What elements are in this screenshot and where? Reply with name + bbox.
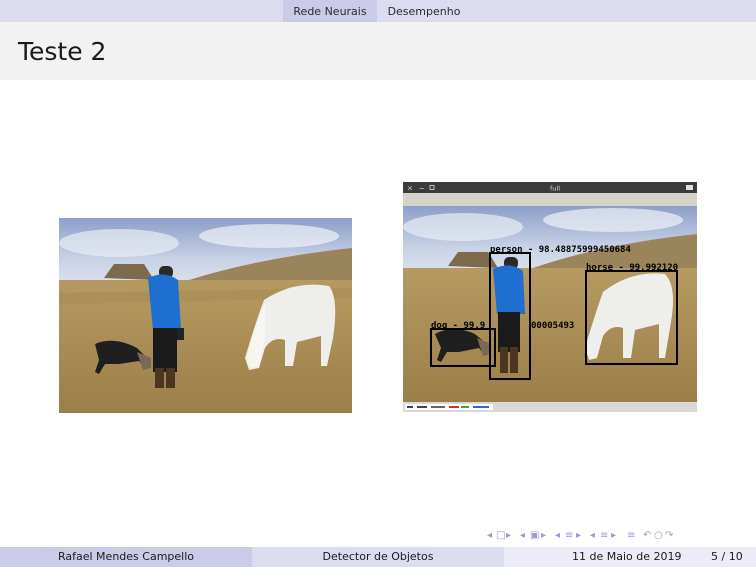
nav-next-frame-icon[interactable]: ▸ <box>506 530 511 541</box>
nav-back-icon[interactable]: ↶ <box>643 530 651 541</box>
nav-next-section-icon[interactable]: ▸ <box>576 530 581 541</box>
person-detection-label: person - 98.48875999450684 <box>490 245 631 255</box>
window-minimize-icon[interactable]: − <box>419 185 425 193</box>
nav-prev-part-icon[interactable]: ◂ <box>590 530 595 541</box>
dog-detection-label: dog - 99.9 <box>431 321 485 331</box>
nav-search-icon[interactable]: ○ <box>654 530 663 541</box>
footer-date-page: 11 de Maio de 2019 5 / 10 <box>504 547 756 567</box>
section-navigation: Rede Neurais Desempenho <box>0 0 756 22</box>
nav-part-icon[interactable]: ≡ <box>600 530 608 541</box>
detection-result-image: × − full person - 98.48875999450684 hors… <box>403 182 697 412</box>
original-photo-image <box>59 218 352 413</box>
nav-appendix-icon[interactable]: ≡ <box>627 530 635 541</box>
footer-date: 11 de Maio de 2019 <box>572 550 682 563</box>
frame-title-band: Teste 2 <box>0 22 756 80</box>
window-title: full <box>550 185 560 193</box>
detection-result-window: × − full person - 98.48875999450684 hors… <box>403 182 697 412</box>
nav-section-icon[interactable]: ≡ <box>565 530 573 541</box>
nav-next-subsection-icon[interactable]: ▸ <box>541 530 546 541</box>
nav-prev-subsection-icon[interactable]: ◂ <box>520 530 525 541</box>
footer-page-number: 5 / 10 <box>711 550 743 563</box>
slide-title: Teste 2 <box>18 37 107 66</box>
test-photo-original <box>59 218 352 413</box>
footer-author: Rafael Mendes Campello <box>0 547 252 567</box>
nav-subsection-icon[interactable]: ▣ <box>530 530 539 541</box>
horse-detection-label: horse - 99.992120 <box>586 263 678 273</box>
nav-prev-section-icon[interactable]: ◂ <box>555 530 560 541</box>
nav-section-desempenho[interactable]: Desempenho <box>382 0 466 22</box>
nav-next-part-icon[interactable]: ▸ <box>611 530 616 541</box>
window-menu-icon[interactable] <box>686 185 693 190</box>
footer-short-title: Detector de Objetos <box>252 547 504 567</box>
nav-frame-icon[interactable]: □ <box>496 530 505 541</box>
nav-section-rede-neurais[interactable]: Rede Neurais <box>283 0 377 22</box>
nav-forward-icon[interactable]: ↷ <box>665 530 673 541</box>
dog-detection-label-tail: 00005493 <box>531 321 574 331</box>
window-close-icon[interactable]: × <box>407 185 413 193</box>
window-toolbar <box>403 193 697 206</box>
nav-prev-frame-icon[interactable]: ◂ <box>487 530 492 541</box>
beamer-navigation-symbols: ◂ □ ▸ ◂ ▣ ▸ ◂ ≡ ▸ ◂ ≡ ▸ ≡ ↶ ○ ↷ <box>487 530 749 544</box>
footline: Rafael Mendes Campello Detector de Objet… <box>0 547 756 567</box>
